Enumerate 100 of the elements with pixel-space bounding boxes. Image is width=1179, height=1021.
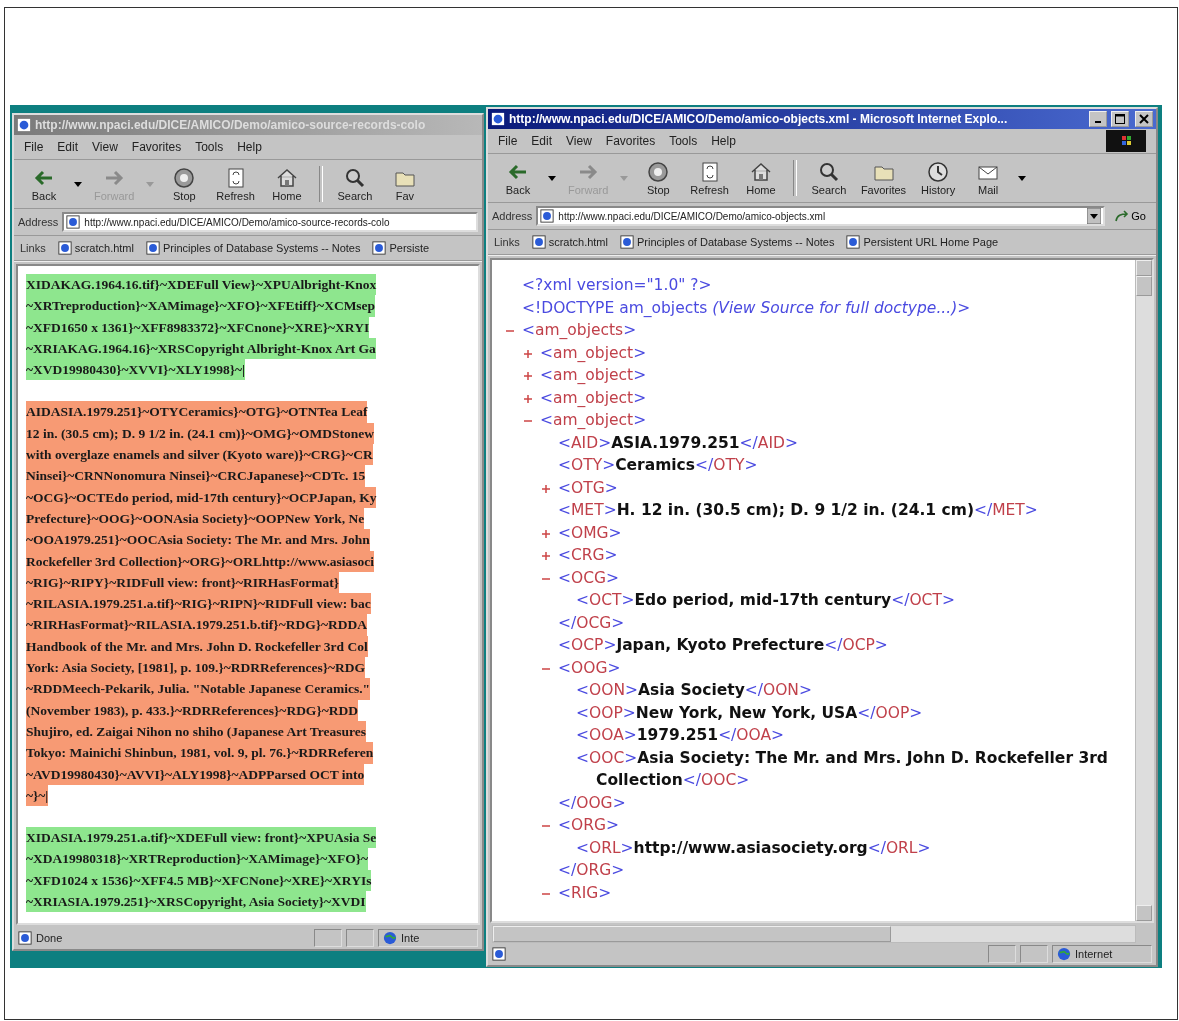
page-icon (540, 209, 555, 223)
menu-item[interactable]: Favorites (605, 134, 656, 148)
toolbar-button[interactable]: Favorites (854, 158, 913, 198)
menu-item[interactable]: Tools (669, 134, 698, 148)
toolbar-button[interactable]: Search (330, 164, 379, 204)
toolbar-button[interactable]: Refresh (684, 158, 735, 198)
toolbar-button[interactable]: Refresh (210, 164, 261, 204)
toolbar-button[interactable]: Fav (380, 164, 429, 204)
toolbar-button[interactable]: Stop (160, 164, 209, 204)
xml-element: <CRG> (558, 545, 618, 566)
xml-element: <ORG> (558, 815, 619, 836)
link-button[interactable]: Persistent URL Home Page (846, 235, 999, 249)
toolbar-button[interactable]: Back (20, 164, 68, 204)
menu-item[interactable]: Help (237, 140, 262, 154)
dropdown-arrow-icon (1087, 208, 1102, 224)
expand-toggle[interactable] (523, 348, 533, 359)
toolbar-button[interactable]: Back (494, 158, 542, 198)
plus-icon (524, 372, 532, 380)
zone-label: Inte (401, 932, 420, 944)
menu-item[interactable]: File (24, 140, 44, 154)
zone-label: Internet (1075, 948, 1113, 960)
page-icon (66, 215, 81, 229)
address-label: Address (492, 210, 533, 222)
expand-toggle[interactable] (523, 371, 533, 381)
toolbar-button[interactable]: Home (736, 158, 785, 198)
address-label: Address (18, 216, 59, 228)
expand-toggle[interactable] (541, 528, 551, 539)
page-icon (531, 235, 546, 249)
expand-toggle[interactable] (541, 551, 551, 561)
plus-icon (542, 484, 550, 493)
xml-element: <am_objects> (522, 320, 637, 341)
xml-element: <am_object> (540, 342, 647, 364)
link-button[interactable]: Principles of Database Systems -- Notes (620, 235, 835, 249)
xml-element: <OTY>Ceramics</OTY> (558, 455, 758, 476)
clock-icon (926, 160, 951, 184)
menu-item[interactable]: Edit (57, 140, 79, 154)
toolbar-button[interactable]: Mail (964, 158, 1013, 198)
menu-item[interactable]: Help (711, 134, 736, 148)
menu-item[interactable]: Tools (195, 140, 224, 154)
plus-icon (542, 529, 550, 538)
window-title: http://www.npaci.edu/DICE/AMICO/Demo/amico-source-records-colo (35, 118, 427, 132)
page-icon (17, 118, 31, 132)
toolbar-button[interactable]: Stop (634, 158, 683, 198)
xml-element: <OCG> (558, 567, 620, 589)
xml-declaration: <?xml version="1.0" ?> (522, 275, 712, 296)
toolbar-button[interactable]: Home (262, 164, 311, 204)
status-pane (988, 945, 1016, 963)
globe-icon (383, 931, 397, 945)
page-icon (146, 241, 160, 255)
close-button[interactable] (1135, 111, 1153, 127)
xml-element: <OCP>Japan, Kyoto Prefecture</OCP> (558, 635, 888, 656)
menu-item[interactable]: View (92, 140, 118, 154)
address-field[interactable]: http://www.npaci.edu/DICE/AMICO/Demo/amico-source-records-colo (62, 212, 478, 232)
stop-icon (172, 166, 197, 190)
page-icon (372, 241, 387, 255)
go-button[interactable]: Go (1109, 210, 1152, 222)
vertical-scrollbar[interactable] (1135, 260, 1152, 921)
xml-element: <ORL>http://www.asiasociety.org</ORL> (576, 837, 931, 859)
page-icon (620, 235, 634, 249)
page-icon (57, 241, 72, 255)
address-field[interactable]: http://www.npaci.edu/DICE/AMICO/Demo/amico-objects.xml (536, 206, 1106, 226)
links-label: Links (494, 236, 520, 248)
stop-icon (646, 160, 671, 184)
globe-icon (1057, 947, 1071, 961)
link-button[interactable]: Persiste (372, 241, 430, 255)
page-icon (491, 112, 505, 126)
menu-item[interactable]: Edit (531, 134, 553, 148)
xml-element: <OOC>Asia Society: The Mr. and Mrs. John D. Rockefeller 3rd Collection</OOC> (576, 747, 1109, 791)
toolbar-button[interactable]: Search (804, 158, 853, 198)
caret-icon[interactable] (74, 181, 82, 187)
minimize-button[interactable] (1089, 111, 1107, 127)
closing-tag: </ORG> (558, 859, 625, 882)
status-pane (314, 929, 342, 947)
plus-icon (524, 349, 532, 358)
status-text: Done (36, 932, 63, 944)
caret-icon[interactable] (1018, 175, 1027, 181)
link-button[interactable]: scratch.html (57, 241, 134, 255)
xml-element: <RIG> (558, 882, 612, 904)
caret-icon[interactable] (548, 175, 556, 181)
menu-item[interactable]: Favorites (131, 140, 182, 154)
page-icon (492, 947, 506, 961)
flag-logo-icon (1106, 130, 1146, 152)
xml-element: <MET>H. 12 in. (30.5 cm); D. 9 1/2 in. (24.1 cm)</MET> (558, 500, 1038, 521)
xml-element: <OOA>1979.251</OOA> (576, 725, 785, 746)
expand-toggle[interactable] (541, 483, 551, 494)
xml-element: <am_object> (540, 410, 647, 431)
xml-element: <AID>ASIA.1979.251</AID> (558, 432, 798, 454)
links-label: Links (20, 242, 46, 254)
xml-element: <am_object> (540, 387, 647, 409)
link-button[interactable]: scratch.html (531, 235, 608, 249)
menu-item[interactable]: File (498, 134, 518, 148)
link-button[interactable]: Principles of Database Systems -- Notes (146, 241, 361, 255)
expand-toggle[interactable] (523, 393, 533, 404)
close-icon (1139, 114, 1149, 124)
menu-item[interactable]: View (566, 134, 592, 148)
status-pane (346, 929, 374, 947)
minimize-icon (1095, 121, 1101, 123)
horizontal-scrollbar[interactable] (492, 925, 1136, 943)
toolbar-button[interactable]: History (914, 158, 963, 198)
maximize-button[interactable] (1111, 111, 1129, 127)
